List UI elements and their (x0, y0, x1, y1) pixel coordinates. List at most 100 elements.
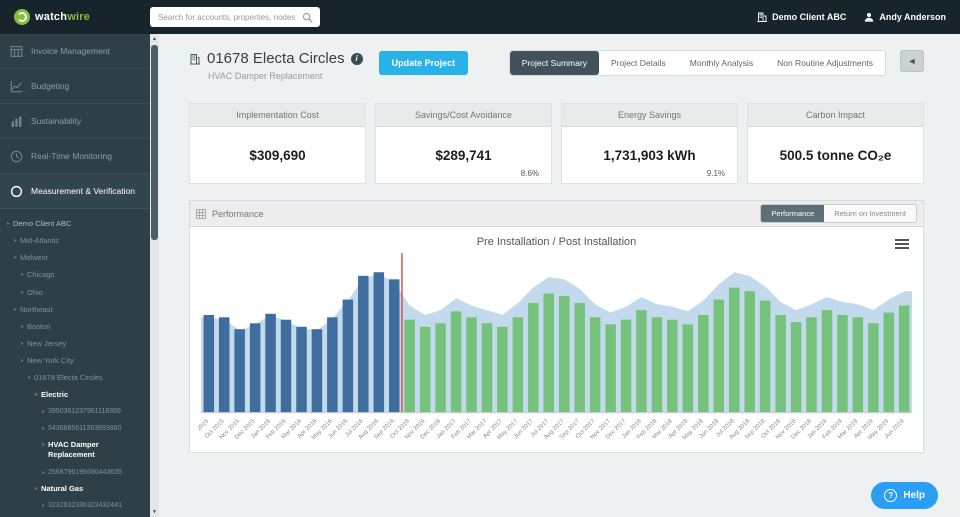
tree-arrow-icon: ▸ (21, 289, 25, 296)
post-installation-bar[interactable] (729, 287, 740, 413)
tree-arrow-icon: ▸ (35, 485, 39, 492)
pre-installation-bar[interactable] (373, 272, 385, 413)
post-installation-bar[interactable] (528, 303, 539, 413)
post-installation-bar[interactable] (651, 317, 663, 413)
project-tabs: Project Summary Project Details Monthly An… (508, 50, 886, 76)
pre-installation-bar[interactable] (296, 326, 307, 413)
post-installation-bar[interactable] (821, 310, 833, 413)
pre-installation-bar[interactable] (311, 329, 323, 413)
post-installation-bar[interactable] (574, 303, 585, 413)
tree-item[interactable]: ▸ Electric (5, 390, 145, 400)
pre-installation-bar[interactable] (218, 317, 230, 413)
user-menu[interactable]: Andy Anderson (864, 12, 946, 22)
post-installation-bar[interactable] (883, 312, 895, 413)
post-installation-bar[interactable] (698, 314, 709, 413)
tree-arrow-icon: ▸ (42, 469, 46, 476)
post-installation-bar[interactable] (837, 314, 848, 413)
scroll-up-icon[interactable]: ▲ (150, 34, 159, 44)
toggle-return-on-investment[interactable]: Return on Investment (824, 205, 916, 222)
post-installation-bar[interactable] (636, 310, 647, 413)
sidebar-item-measurement-verification[interactable]: Measurement & Verification (0, 174, 150, 209)
post-installation-bar[interactable] (744, 291, 755, 413)
pre-installation-bar[interactable] (203, 314, 215, 413)
pre-installation-bar[interactable] (327, 317, 338, 413)
tab-project-details[interactable]: Project Details (598, 51, 678, 75)
post-installation-bar[interactable] (512, 317, 524, 413)
sidebar-item-invoice-management[interactable]: Invoice Management (0, 34, 150, 69)
post-installation-bar[interactable] (481, 323, 493, 413)
post-installation-bar[interactable] (466, 317, 477, 413)
post-installation-bar[interactable] (620, 319, 632, 413)
tree-arrow-icon: ▸ (35, 392, 39, 399)
watchwire-logo[interactable]: watchwire (14, 9, 150, 25)
toggle-performance[interactable]: Performance (761, 205, 825, 222)
client-switcher[interactable]: Demo Client ABC (757, 12, 846, 22)
tree-item[interactable]: ▸ Northeast (5, 305, 145, 315)
tree-item[interactable]: ▸ Midwest (5, 253, 145, 263)
post-installation-bar[interactable] (868, 323, 879, 413)
pre-installation-bar[interactable] (280, 319, 292, 413)
invoice-icon (10, 45, 23, 58)
tab-project-summary[interactable]: Project Summary (509, 51, 599, 75)
tree-item[interactable]: ▸ 3232632336323432441 (5, 501, 145, 510)
tree-item[interactable]: ▸ Boston (5, 322, 145, 332)
post-installation-bar[interactable] (404, 319, 415, 413)
post-installation-bar[interactable] (852, 317, 864, 413)
metric-card-title: Carbon Impact (748, 104, 923, 127)
pre-installation-bar[interactable] (249, 323, 261, 413)
help-button[interactable]: ? Help (871, 482, 938, 509)
pre-installation-bar[interactable] (342, 299, 354, 413)
tab-monthly-analysis[interactable]: Monthly Analysis (677, 51, 766, 75)
tree-item[interactable]: ▸ New York City (5, 356, 145, 366)
sidebar-item-sustainability[interactable]: Sustainability (0, 104, 150, 139)
post-installation-bar[interactable] (435, 323, 446, 413)
tree-item[interactable]: ▸ 2568796195680443635 (5, 468, 145, 477)
chart-menu-icon[interactable] (895, 239, 909, 251)
tab-non-routine-adjustments[interactable]: Non Routine Adjustments (765, 51, 885, 75)
post-installation-bar[interactable] (759, 300, 771, 413)
pre-installation-bar[interactable] (265, 313, 276, 413)
pre-installation-bar[interactable] (234, 329, 245, 413)
tree-item[interactable]: ▸ Ohio (5, 288, 145, 298)
search-input[interactable] (150, 7, 320, 28)
tree-item[interactable]: ▸ 5436685611363693880 (5, 424, 145, 433)
post-installation-bar[interactable] (559, 295, 570, 413)
sidebar-tree: ▸ Demo Client ABC ▸ Mid-Atlantic ▸ Midwest ▸ Ch… (0, 209, 150, 517)
metric-card-percent: 9.1% (706, 169, 725, 178)
post-installation-bar[interactable] (543, 293, 554, 413)
tree-item[interactable]: ▸ 3950361237961118369 (5, 407, 145, 416)
post-installation-bar[interactable] (589, 317, 601, 413)
post-installation-bar[interactable] (497, 326, 508, 413)
scroll-down-icon[interactable]: ▼ (150, 507, 159, 517)
tree-item[interactable]: ▸ Demo Client ABC (5, 219, 145, 229)
pre-installation-bar[interactable] (388, 279, 400, 413)
tree-item-label: Natural Gas (41, 483, 84, 493)
sidebar-scrollbar[interactable]: ▲ ▼ (150, 34, 159, 517)
metric-card: Carbon Impact 500.5 tonne CO₂e (747, 103, 924, 184)
post-installation-bar[interactable] (450, 311, 462, 413)
tree-item[interactable]: ▸ 01678 Electa Circles (5, 373, 145, 383)
post-installation-bar[interactable] (667, 319, 678, 413)
update-project-button[interactable]: Update Project (378, 51, 469, 75)
tree-item[interactable]: ▸ New Jersey (5, 339, 145, 349)
post-installation-bar[interactable] (790, 322, 802, 413)
tree-item-selected[interactable]: ▸ HVAC Damper Replacement (5, 440, 145, 460)
post-installation-bar[interactable] (806, 317, 817, 413)
sidebar-item-real-time-monitoring[interactable]: Real-Time Monitoring (0, 139, 150, 174)
post-installation-bar[interactable] (898, 305, 910, 413)
performance-chart[interactable]: Sep 2015Oct 2015Nov 2015Dec 2015Jan 2016… (198, 250, 915, 450)
post-installation-bar[interactable] (713, 299, 725, 413)
post-installation-bar[interactable] (682, 324, 694, 413)
sidebar-item-budgeting[interactable]: Budgeting (0, 69, 150, 104)
post-installation-bar[interactable] (775, 314, 786, 413)
tree-item[interactable]: ▸ Natural Gas (5, 484, 145, 494)
post-installation-bar[interactable] (419, 326, 431, 413)
tree-item[interactable]: ▸ Chicago (5, 270, 145, 280)
tree-arrow-icon: ▸ (21, 340, 25, 347)
post-installation-bar[interactable] (605, 324, 616, 413)
tree-item[interactable]: ▸ Mid-Atlantic (5, 236, 145, 246)
info-icon[interactable]: i (350, 52, 363, 65)
collapse-arrow-button[interactable]: ◄ (900, 50, 924, 72)
pre-installation-bar[interactable] (358, 275, 369, 413)
sidebar-scrollbar-thumb[interactable] (151, 45, 158, 240)
